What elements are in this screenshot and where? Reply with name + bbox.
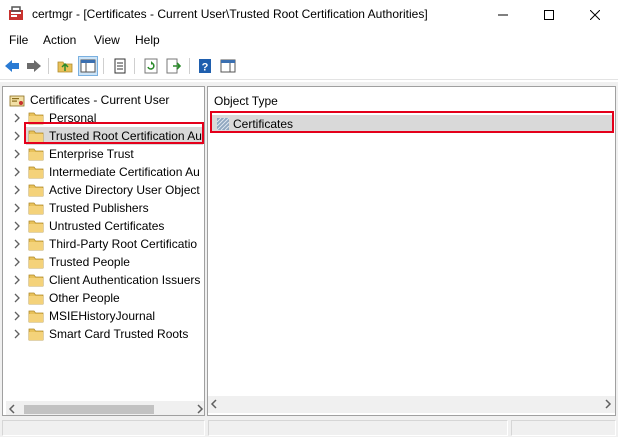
column-header-object-type[interactable]: Object Type [214,94,278,108]
up-folder-icon [57,61,73,73]
chevron-right-icon[interactable] [12,274,22,286]
folder-icon [28,310,44,323]
chevron-right-icon[interactable] [12,292,22,304]
minimize-icon [498,14,508,16]
status-segment-middle [208,420,508,436]
folder-icon [28,292,44,305]
tree-item-label: Third-Party Root Certificatio [49,237,198,251]
show-hide-action-pane-button[interactable] [218,56,238,76]
chevron-right-icon[interactable] [12,238,22,250]
chevron-right-icon[interactable] [12,220,22,232]
tree-scroll-thumb[interactable] [24,405,154,414]
tree-item[interactable]: Enterprise Trust [3,145,203,163]
highlight-box-tree-selection [24,122,204,144]
tree-item-label: Active Directory User Object [49,183,200,197]
tree-item-label: MSIEHistoryJournal [49,309,156,323]
show-hide-tree-icon [80,59,96,73]
folder-icon [28,238,44,251]
help-button[interactable]: ? [195,56,215,76]
chevron-right-icon[interactable] [12,310,22,322]
tree-item[interactable]: Third-Party Root Certificatio [3,235,203,253]
menu-bar: File Action View Help [0,30,618,52]
export-list-button[interactable] [164,56,184,76]
tree-item-label: Trusted Publishers [49,201,149,215]
folder-icon [28,184,44,197]
menu-action[interactable]: Action [43,33,76,47]
scroll-left-icon[interactable] [210,399,218,409]
scroll-right-icon[interactable] [196,404,204,414]
show-hide-console-tree-button[interactable] [78,56,98,76]
toolbar: ? [0,52,618,80]
folder-icon [28,202,44,215]
tree-item[interactable]: Untrusted Certificates [3,217,203,235]
up-one-level-button[interactable] [55,56,75,76]
folder-icon [28,274,44,287]
refresh-icon [144,58,158,74]
scroll-left-icon[interactable] [8,404,16,414]
back-button[interactable] [2,56,22,76]
properties-icon [114,58,126,74]
status-segment-left [2,420,205,436]
close-button[interactable] [572,0,618,30]
export-list-icon [166,58,182,74]
chevron-right-icon[interactable] [12,256,22,268]
tree-item[interactable]: MSIEHistoryJournal [3,307,203,325]
folder-icon [28,256,44,269]
list-view[interactable]: Object Type Certificates [207,86,616,416]
tree-item[interactable]: Client Authentication Issuers [3,271,203,289]
tree-item[interactable]: Smart Card Trusted Roots [3,325,203,343]
help-icon: ? [199,59,211,74]
certmgr-app-icon[interactable] [8,6,24,22]
tree-item-label: Smart Card Trusted Roots [49,327,189,341]
scroll-right-icon[interactable] [604,399,612,409]
list-horizontal-scrollbar[interactable] [208,396,615,413]
tree-root[interactable]: Certificates - Current User [3,91,203,109]
tree-horizontal-scrollbar[interactable] [6,401,204,415]
tree-item-label: Untrusted Certificates [49,219,165,233]
tree-item-label: Other People [49,291,120,305]
certificates-root-icon [9,95,25,107]
folder-icon [28,148,44,161]
chevron-right-icon[interactable] [12,148,22,160]
tree-item[interactable]: Active Directory User Object [3,181,203,199]
show-hide-action-pane-icon [220,59,236,73]
chevron-right-icon[interactable] [12,130,22,142]
forward-icon [27,60,41,72]
maximize-button[interactable] [526,0,572,30]
folder-icon [28,328,44,341]
tree-item-label: Trusted People [49,255,130,269]
svg-text:?: ? [202,62,209,74]
chevron-right-icon[interactable] [12,328,22,340]
maximize-icon [544,10,554,20]
status-segment-right [511,420,616,436]
menu-file[interactable]: File [9,33,28,47]
tree-item-label: Client Authentication Issuers [49,273,201,287]
tree-item-label: Intermediate Certification Au [49,165,200,179]
chevron-right-icon[interactable] [12,184,22,196]
chevron-right-icon[interactable] [12,166,22,178]
tree-item-label: Enterprise Trust [49,147,134,161]
highlight-box-certificates-row [210,111,614,133]
menu-help[interactable]: Help [135,33,160,47]
tree-root-label: Certificates - Current User [30,93,170,107]
forward-button[interactable] [24,56,44,76]
refresh-button[interactable] [141,56,161,76]
tree-item[interactable]: Other People [3,289,203,307]
window-title: certmgr - [Certificates - Current User\T… [32,7,428,21]
chevron-right-icon[interactable] [12,112,22,124]
chevron-right-icon[interactable] [12,202,22,214]
tree-item[interactable]: Trusted People [3,253,203,271]
minimize-button[interactable] [480,0,526,30]
tree-item[interactable]: Trusted Publishers [3,199,203,217]
folder-icon [28,220,44,233]
close-icon [590,10,600,20]
back-icon [5,60,19,72]
status-bar [0,419,618,437]
folder-icon [28,166,44,179]
title-bar: certmgr - [Certificates - Current User\T… [0,0,618,30]
properties-button[interactable] [110,56,130,76]
menu-view[interactable]: View [94,33,120,47]
tree-item[interactable]: Intermediate Certification Au [3,163,203,181]
